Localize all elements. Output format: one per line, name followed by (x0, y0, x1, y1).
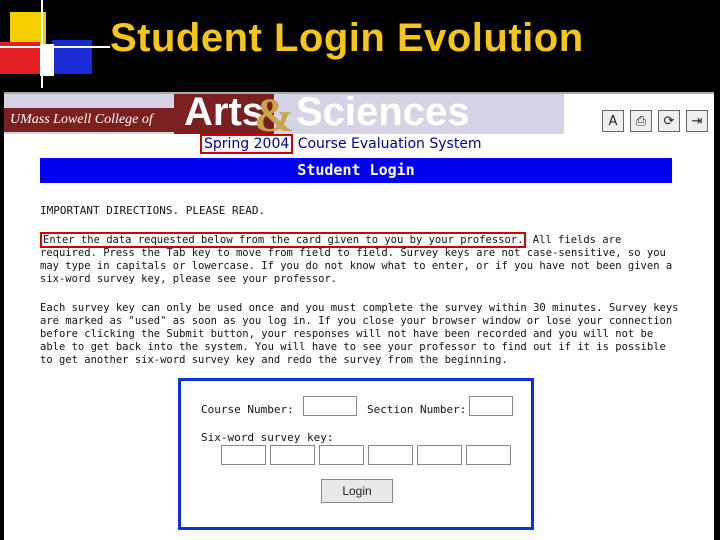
directions-paragraph-1: Enter the data requested below from the … (40, 232, 680, 286)
system-subtitle: Spring 2004 Course Evaluation System (200, 134, 482, 154)
survey-key-word-2[interactable] (270, 445, 315, 465)
decor-horizontal-line (0, 46, 110, 48)
term-highlight: Spring 2004 (200, 134, 294, 154)
toolbar: A ⎙ ⟳ ⇥ (602, 110, 708, 132)
login-form: Course Number: Section Number: Six-word … (178, 378, 534, 530)
font-size-icon[interactable]: A (602, 110, 624, 132)
survey-key-label: Six-word survey key: (201, 431, 334, 444)
slide-title: Student Login Evolution (110, 16, 584, 60)
survey-key-word-4[interactable] (368, 445, 413, 465)
refresh-icon[interactable]: ⟳ (658, 110, 680, 132)
survey-key-word-1[interactable] (221, 445, 266, 465)
banner-college-text: UMass Lowell College of (4, 108, 174, 132)
banner-ampersand: & (254, 94, 294, 134)
survey-key-word-5[interactable] (417, 445, 462, 465)
exit-icon[interactable]: ⇥ (686, 110, 708, 132)
login-button[interactable]: Login (321, 479, 393, 503)
directions-paragraph-2: Each survey key can only be used once an… (40, 302, 679, 366)
course-number-input[interactable] (303, 396, 357, 416)
system-name: Course Evaluation System (293, 136, 482, 152)
student-login-bar: Student Login (40, 158, 672, 183)
survey-key-word-3[interactable] (319, 445, 364, 465)
card-instruction-highlight: Enter the data requested below from the … (40, 232, 527, 248)
section-number-input[interactable] (469, 396, 513, 416)
print-icon[interactable]: ⎙ (630, 110, 652, 132)
decor-vertical-line (41, 0, 43, 88)
directions-title: IMPORTANT DIRECTIONS. PLEASE READ. (40, 204, 266, 217)
course-number-label: Course Number: (201, 403, 294, 416)
banner-sciences-text: Sciences (296, 94, 470, 134)
section-number-label: Section Number: (367, 403, 467, 416)
browser-screenshot: UMass Lowell College of Arts & Sciences … (4, 92, 714, 540)
survey-key-word-6[interactable] (466, 445, 511, 465)
college-banner: UMass Lowell College of Arts & Sciences (4, 94, 564, 134)
